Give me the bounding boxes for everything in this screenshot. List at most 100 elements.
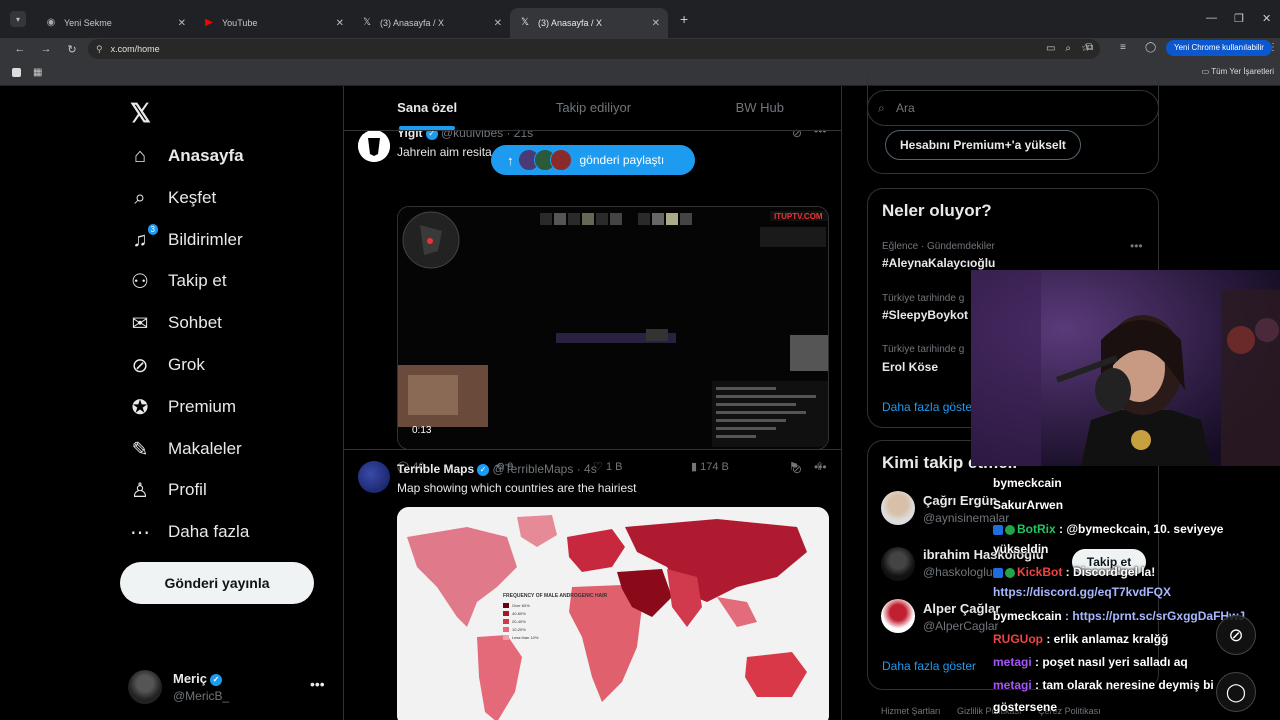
trends-show-more[interactable]: Daha fazla göster bbox=[882, 400, 976, 414]
sidebar-item-5[interactable]: ⊘ Grok bbox=[128, 345, 205, 385]
back-icon[interactable]: ← bbox=[14, 43, 26, 55]
apps-icon[interactable]: ▦ bbox=[33, 67, 42, 78]
reload-icon[interactable]: ↻ bbox=[66, 43, 78, 56]
premium-card: Hesabını Premium+'a yükselt bbox=[867, 76, 1159, 174]
account-name: Meriç bbox=[173, 671, 207, 686]
chat-bubble-icon[interactable]: ◯ bbox=[1216, 672, 1256, 712]
url-input[interactable]: ⚲ x.com/home ▭ ⌕ ☆ bbox=[88, 39, 1100, 59]
tab-for-you[interactable]: Sana özel bbox=[344, 86, 510, 130]
sidebar-item-7[interactable]: ✎ Makaleler bbox=[128, 429, 242, 469]
bot-badge-icon bbox=[993, 567, 1003, 578]
video-time: 0:13 bbox=[412, 425, 432, 436]
tab-title: (3) Anasayfa / X bbox=[538, 18, 603, 28]
chat-username: RUGUop bbox=[993, 632, 1043, 646]
tab-following[interactable]: Takip ediliyor bbox=[510, 86, 676, 130]
tab-search-icon[interactable]: ▾ bbox=[10, 11, 26, 27]
avatar[interactable] bbox=[881, 599, 915, 633]
account-switcher[interactable]: Meriç ✓ @MericB_ ••• bbox=[128, 668, 328, 708]
browser-tab-3[interactable]: 𝕏 (3) Anasayfa / X ✕ bbox=[352, 8, 510, 38]
profile-icon[interactable]: ◯ bbox=[1145, 42, 1156, 53]
grok-icon[interactable]: ⊘ bbox=[792, 462, 802, 476]
legend-item: 20-40% bbox=[512, 619, 526, 624]
notification-badge: 3 bbox=[147, 223, 158, 235]
maximize-button[interactable]: ❐ bbox=[1234, 12, 1244, 25]
tweet-video[interactable]: ITUPTV.COM 0:13 bbox=[397, 206, 829, 450]
sidebar-item-6[interactable]: ✪ Premium bbox=[128, 387, 236, 427]
suggestion-name[interactable]: Çağrı Ergün bbox=[923, 493, 997, 508]
trend-item[interactable]: #SleepyBoykot bbox=[882, 308, 968, 322]
close-icon[interactable]: ✕ bbox=[336, 18, 344, 29]
grok-icon[interactable]: ⊘ bbox=[1216, 615, 1256, 655]
trend-item[interactable]: Erol Köse bbox=[882, 360, 938, 374]
avatar[interactable] bbox=[358, 461, 390, 493]
all-bookmarks-button[interactable]: ▭ Tüm Yer İşaretleri bbox=[1202, 67, 1274, 76]
sidebar-item-9[interactable]: ⋯ Daha fazla bbox=[128, 512, 249, 552]
sidebar-item-4[interactable]: ✉ Sohbet bbox=[128, 303, 222, 343]
sidebar-item-label: Sohbet bbox=[168, 313, 222, 332]
avatar[interactable] bbox=[358, 130, 390, 162]
sidebar-item-2[interactable]: ♫ 3 Bildirimler bbox=[128, 220, 243, 260]
sidebar-item-label: Bildirimler bbox=[168, 230, 243, 249]
tweet-time[interactable]: · 4s bbox=[577, 462, 597, 476]
close-icon[interactable]: ✕ bbox=[178, 18, 186, 29]
sidebar-item-1[interactable]: ⌕ Keşfet bbox=[128, 178, 216, 218]
footer-link[interactable]: Hizmet Şartları bbox=[881, 706, 941, 716]
tab-title: (3) Anasayfa / X bbox=[380, 18, 445, 28]
site-info-icon[interactable]: ⚲ bbox=[96, 44, 103, 55]
search-icon: ⌕ bbox=[134, 186, 146, 209]
legend-item: 10-20% bbox=[512, 627, 526, 632]
suggestion-name[interactable]: Alper Çağlar bbox=[923, 601, 1000, 616]
post-button[interactable]: Gönderi yayınla bbox=[120, 562, 314, 604]
more-icon[interactable]: ••• bbox=[1130, 239, 1143, 253]
tweet-author-handle[interactable]: @TerribleMaps bbox=[492, 462, 573, 476]
all-bookmarks-label: Tüm Yer İşaretleri bbox=[1211, 67, 1274, 76]
new-tab-button[interactable]: + bbox=[680, 11, 688, 27]
tweet-text: Jahrein aim resita bbox=[397, 145, 492, 159]
tweet[interactable]: Terrible Maps ✓ @TerribleMaps · 4s ⊘ ••• … bbox=[344, 451, 841, 720]
more-icon[interactable]: ••• bbox=[814, 460, 827, 474]
sidebar-item-label: Premium bbox=[168, 397, 237, 416]
chrome-update-button[interactable]: Yeni Chrome kullanılabilir bbox=[1166, 40, 1272, 56]
x-logo-icon[interactable]: 𝕏 bbox=[130, 98, 151, 129]
home-icon: ⌂ bbox=[133, 144, 147, 167]
media-icon[interactable]: ≡ bbox=[1120, 42, 1126, 53]
follow-show-more[interactable]: Daha fazla göster bbox=[882, 659, 976, 673]
install-icon[interactable]: ▭ bbox=[1046, 43, 1055, 54]
chat-message: bymeckcain bbox=[993, 476, 1062, 490]
tab-bw-hub[interactable]: BW Hub bbox=[677, 86, 841, 130]
avatar[interactable] bbox=[881, 547, 915, 581]
more-icon[interactable]: ••• bbox=[310, 676, 325, 692]
avatar[interactable] bbox=[881, 491, 915, 525]
upgrade-premium-button[interactable]: Hesabını Premium+'a yükselt bbox=[885, 130, 1081, 160]
close-icon[interactable]: ✕ bbox=[494, 18, 502, 29]
sidebar-item-0[interactable]: ⌂ Anasayfa bbox=[128, 136, 244, 176]
tab-title: YouTube bbox=[222, 18, 258, 28]
chat-message: metagi : tam olarak neresine deymiş bi bbox=[993, 678, 1214, 692]
sidebar-item-label: Keşfet bbox=[168, 188, 217, 207]
browser-tab-2[interactable]: ▶ YouTube ✕ bbox=[194, 8, 352, 38]
tab-title: Yeni Sekme bbox=[64, 18, 112, 28]
trend-item[interactable]: #AleynaKalaycıoğlu bbox=[882, 256, 995, 270]
tweet-text: Map showing which countries are the hair… bbox=[397, 481, 637, 495]
url-text: x.com/home bbox=[110, 44, 160, 54]
person-icon: ♙ bbox=[131, 479, 149, 502]
extensions-icon[interactable]: ⧉ bbox=[1086, 42, 1093, 53]
bookmark-icon[interactable] bbox=[12, 68, 21, 77]
trends-title: Neler oluyor? bbox=[882, 201, 992, 220]
forward-icon[interactable]: → bbox=[40, 43, 52, 55]
browser-tab-4[interactable]: 𝕏 (3) Anasayfa / X ✕ bbox=[510, 8, 668, 38]
chrome-menu-icon[interactable]: ⋮ bbox=[1268, 42, 1278, 53]
tweet-image[interactable]: FREQUENCY OF MALE ANDROGENIC HAIR Over 6… bbox=[397, 507, 829, 720]
new-posts-pill[interactable]: ↑ gönderi paylaştı bbox=[491, 145, 695, 175]
close-icon[interactable]: ✕ bbox=[652, 18, 660, 29]
tweet-author-name[interactable]: Terrible Maps bbox=[397, 462, 474, 476]
browser-tab-1[interactable]: ◉ Yeni Sekme ✕ bbox=[36, 8, 194, 38]
zoom-icon[interactable]: ⌕ bbox=[1065, 43, 1071, 54]
minimize-button[interactable]: — bbox=[1206, 12, 1217, 24]
sidebar-item-8[interactable]: ♙ Profil bbox=[128, 470, 207, 510]
sidebar-item-3[interactable]: ⚇ Takip et bbox=[128, 261, 227, 301]
grok-icon: ⊘ bbox=[131, 354, 149, 377]
arrow-up-icon: ↑ bbox=[507, 152, 514, 168]
chat-message: KickBot : Discord'gel la! bbox=[993, 565, 1155, 579]
window-close-button[interactable]: ✕ bbox=[1262, 12, 1271, 25]
